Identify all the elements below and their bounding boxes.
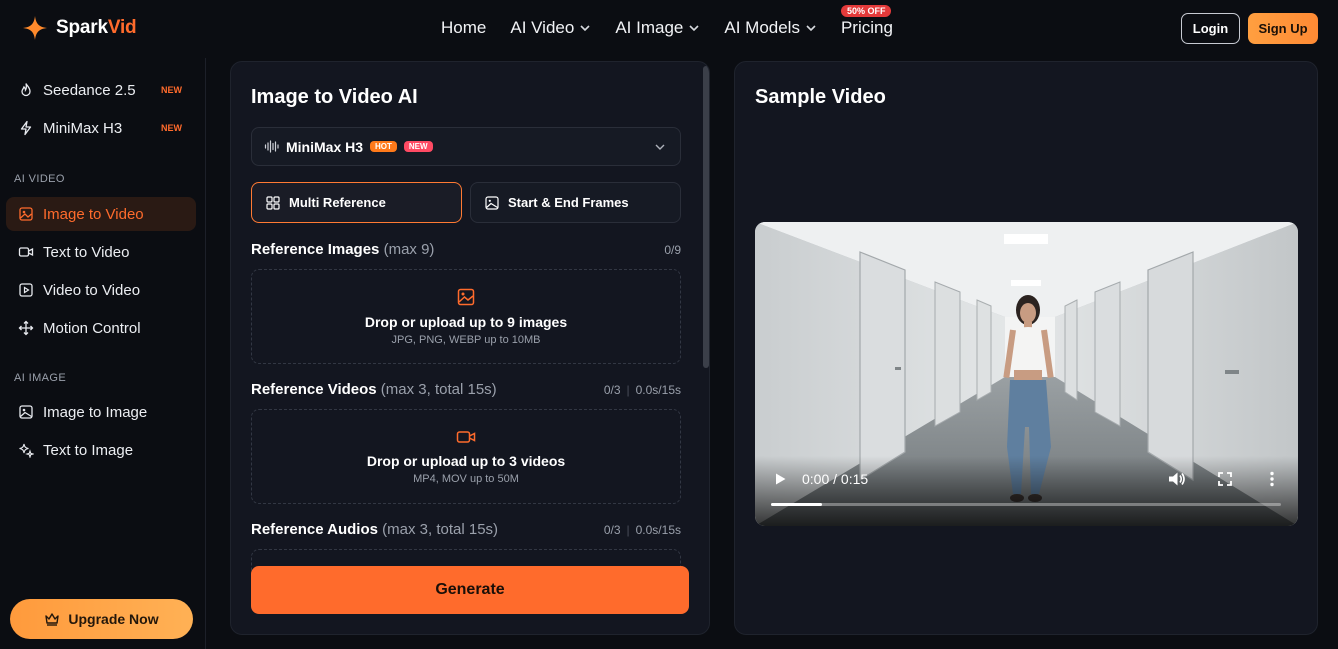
sidebar-item-label: Video to Video: [43, 281, 141, 299]
sidebar-item-label: Text to Video: [43, 243, 130, 261]
sidebar-item-video-to-video[interactable]: Video to Video: [6, 273, 196, 307]
reference-audios-count: 0/3 | 0.0s/15s: [603, 523, 681, 537]
top-header: SparkVid Home AI Video AI Image AI Model…: [0, 0, 1338, 58]
lightning-icon: [20, 120, 32, 136]
image-icon: [485, 195, 499, 210]
sidebar-item-label: Motion Control: [43, 319, 141, 337]
image-drop-title: Drop or upload up to 9 images: [364, 313, 568, 330]
move-arrows-icon: [18, 320, 34, 336]
page-title: Image to Video AI: [251, 86, 418, 108]
flame-icon: [21, 83, 31, 97]
video-dropzone[interactable]: Drop or upload up to 3 videos MP4, MOV u…: [251, 409, 681, 504]
fullscreen-icon[interactable]: [1218, 472, 1232, 486]
nav-ai-image[interactable]: AI Image: [615, 18, 700, 38]
video-drop-title: Drop or upload up to 3 videos: [366, 452, 566, 469]
sidebar-item-text-to-video[interactable]: Text to Video: [6, 235, 196, 269]
sidebar-item-image-to-image[interactable]: Image to Image: [6, 395, 196, 429]
sidebar-item-label: Seedance 2.5: [43, 81, 136, 99]
nav-pricing[interactable]: 50% OFF Pricing: [840, 5, 893, 38]
video-controls: [755, 456, 1298, 526]
image-edit-icon: [19, 207, 33, 221]
model-name: MiniMax H3: [286, 138, 364, 155]
hot-badge: HOT: [370, 141, 397, 152]
signup-button[interactable]: Sign Up: [1248, 13, 1318, 44]
sidebar-item-label: Image to Video: [43, 205, 144, 223]
sidebar-item-label: Image to Image: [43, 403, 148, 421]
chevron-down-icon: [655, 144, 665, 150]
upgrade-now-button[interactable]: Upgrade Now: [10, 599, 193, 639]
sparkles-icon: [19, 443, 34, 458]
login-button[interactable]: Login: [1181, 13, 1240, 44]
sample-video-player[interactable]: 0:00 / 0:15: [755, 222, 1298, 526]
chevron-down-icon: [689, 25, 699, 32]
nav-ai-video[interactable]: AI Video: [510, 18, 591, 38]
nav-ai-models[interactable]: AI Models: [724, 18, 817, 38]
sidebar-item-minimax[interactable]: MiniMax H3 NEW: [6, 111, 196, 145]
image-icon: [19, 405, 33, 419]
sidebar-item-image-to-video[interactable]: Image to Video: [6, 197, 196, 231]
brand-name: SparkVid: [56, 17, 137, 38]
video-drop-subtitle: MP4, MOV up to 50M: [413, 472, 519, 485]
discount-badge: 50% OFF: [840, 5, 892, 17]
chevron-down-icon: [806, 25, 816, 32]
sidebar-item-motion-control[interactable]: Motion Control: [6, 311, 196, 345]
chevron-down-icon: [580, 25, 590, 32]
video-upload-icon: [456, 430, 476, 443]
reference-images-count: 0/9: [664, 243, 681, 257]
image-drop-subtitle: JPG, PNG, WEBP up to 10MB: [391, 333, 541, 346]
sidebar-item-label: MiniMax H3: [43, 119, 123, 137]
section-title-ai-image: AI IMAGE: [14, 372, 67, 384]
main-nav: Home AI Video AI Image AI Models 50% OFF…: [441, 5, 893, 38]
more-options-icon[interactable]: [1269, 471, 1275, 487]
sample-video-panel: Sample Video 0:00 / 0:15: [734, 61, 1318, 635]
video-progress-bar[interactable]: [771, 503, 1281, 506]
reference-audios-label: Reference Audios (max 3, total 15s): [251, 521, 499, 538]
reference-videos-label: Reference Videos (max 3, total 15s): [251, 381, 497, 398]
image-dropzone[interactable]: Drop or upload up to 9 images JPG, PNG, …: [251, 269, 681, 364]
volume-icon[interactable]: [1168, 471, 1186, 487]
video-progress-fill: [771, 503, 822, 506]
new-badge: NEW: [161, 85, 182, 95]
play-icon[interactable]: [773, 472, 787, 486]
reference-videos-count: 0/3 | 0.0s/15s: [603, 383, 681, 397]
section-title-ai-video: AI VIDEO: [14, 173, 65, 185]
sidebar: Seedance 2.5 NEW MiniMax H3 NEW AI VIDEO…: [0, 58, 206, 649]
sidebar-item-label: Text to Image: [43, 441, 134, 459]
play-square-icon: [19, 283, 33, 297]
start-end-frames-tab[interactable]: Start & End Frames: [470, 182, 681, 223]
panel-scrollbar[interactable]: [703, 66, 709, 368]
new-badge: NEW: [403, 141, 433, 152]
grid-icon: [266, 195, 280, 210]
video-time: 0:00 / 0:15: [802, 471, 869, 487]
nav-home[interactable]: Home: [441, 18, 486, 38]
multi-reference-tab[interactable]: Multi Reference: [251, 182, 462, 223]
audio-wave-icon: [264, 140, 279, 153]
brand-logo[interactable]: SparkVid: [22, 15, 137, 41]
generate-button[interactable]: Generate: [251, 566, 689, 614]
video-camera-icon: [18, 247, 34, 257]
image-upload-icon: [457, 288, 475, 305]
spark-logo-icon: [23, 16, 47, 40]
sample-video-title: Sample Video: [755, 86, 886, 108]
model-select[interactable]: MiniMax H3 HOT NEW: [251, 127, 681, 166]
generator-panel: Image to Video AI MiniMax H3 HOT NEW Mul…: [230, 61, 710, 635]
reference-images-label: Reference Images (max 9): [251, 241, 435, 258]
new-badge: NEW: [161, 123, 182, 133]
sidebar-item-seedance[interactable]: Seedance 2.5 NEW: [6, 73, 196, 107]
crown-icon: [45, 613, 60, 626]
sidebar-item-text-to-image[interactable]: Text to Image: [6, 433, 196, 467]
